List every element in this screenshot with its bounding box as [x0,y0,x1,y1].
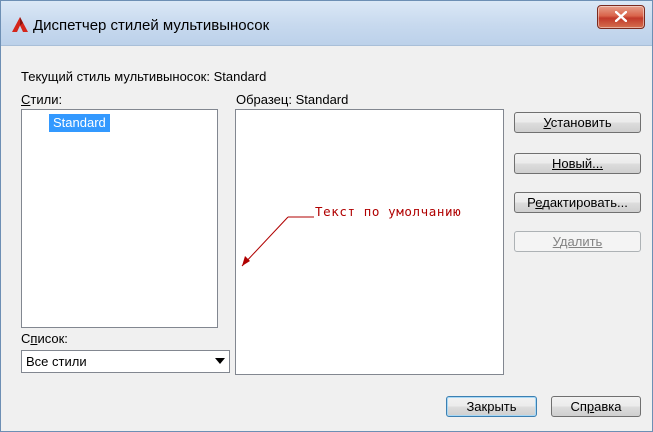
styles-label-rest: тили: [30,92,63,107]
preview-label: Образец: [236,92,292,107]
set-current-label: становить [550,115,612,130]
preview-label-line: Образец: Standard [236,92,348,107]
preview-panel: Текст по умолчанию [235,109,504,375]
current-style-label: Текущий стиль мультивыносок: [21,69,210,84]
list-label-rest: исок: [37,331,68,346]
multileader-style-manager-dialog: Диспетчер стилей мультивыносок Текущий с… [0,0,653,432]
leader-default-text: Текст по умолчанию [315,204,462,219]
window-title: Диспетчер стилей мультивыносок [33,17,270,34]
list-filter-dropdown[interactable]: Все стили [21,350,230,373]
modify-label-rest: дактировать... [542,195,628,210]
styles-listbox[interactable]: Standard [21,109,218,328]
modify-style-button[interactable]: Редактировать... [514,192,641,213]
leader-line-graphic [241,216,314,267]
chevron-down-icon [215,358,225,364]
close-x-icon [615,11,627,22]
current-style-line: Текущий стиль мультивыносок: Standard [21,69,266,84]
delete-label: далить [559,234,603,249]
help-button[interactable]: Справка [551,396,641,417]
styles-label: Стили: [21,92,62,107]
dialog-body: Текущий стиль мультивыносок: Standard Ст… [9,46,649,427]
new-label: овый... [561,156,603,171]
delete-mnemonic: У [552,234,560,249]
help-label-rest: авка [594,399,622,414]
help-label-start: Сп [570,399,587,414]
new-mnemonic: Н [552,156,562,171]
delete-style-button[interactable]: Удалить [514,231,641,252]
styles-label-mnemonic: С [21,92,31,107]
title-bar[interactable]: Диспетчер стилей мультивыносок [1,1,652,46]
close-window-button[interactable] [597,5,645,29]
close-button[interactable]: Закрыть [446,396,537,417]
leader-arrowhead-icon [242,256,250,266]
autocad-a-icon [12,17,28,32]
list-label-start: С [21,331,31,346]
list-filter-label: Список: [21,331,68,346]
styles-list-item-standard[interactable]: Standard [48,113,111,133]
set-current-button[interactable]: Установить [514,112,641,133]
new-style-button[interactable]: Новый... [514,153,641,174]
list-filter-value: Все стили [26,354,87,369]
preview-style-name: Standard [295,92,349,107]
current-style-value: Standard [213,69,267,84]
set-current-mnemonic: У [543,115,551,130]
